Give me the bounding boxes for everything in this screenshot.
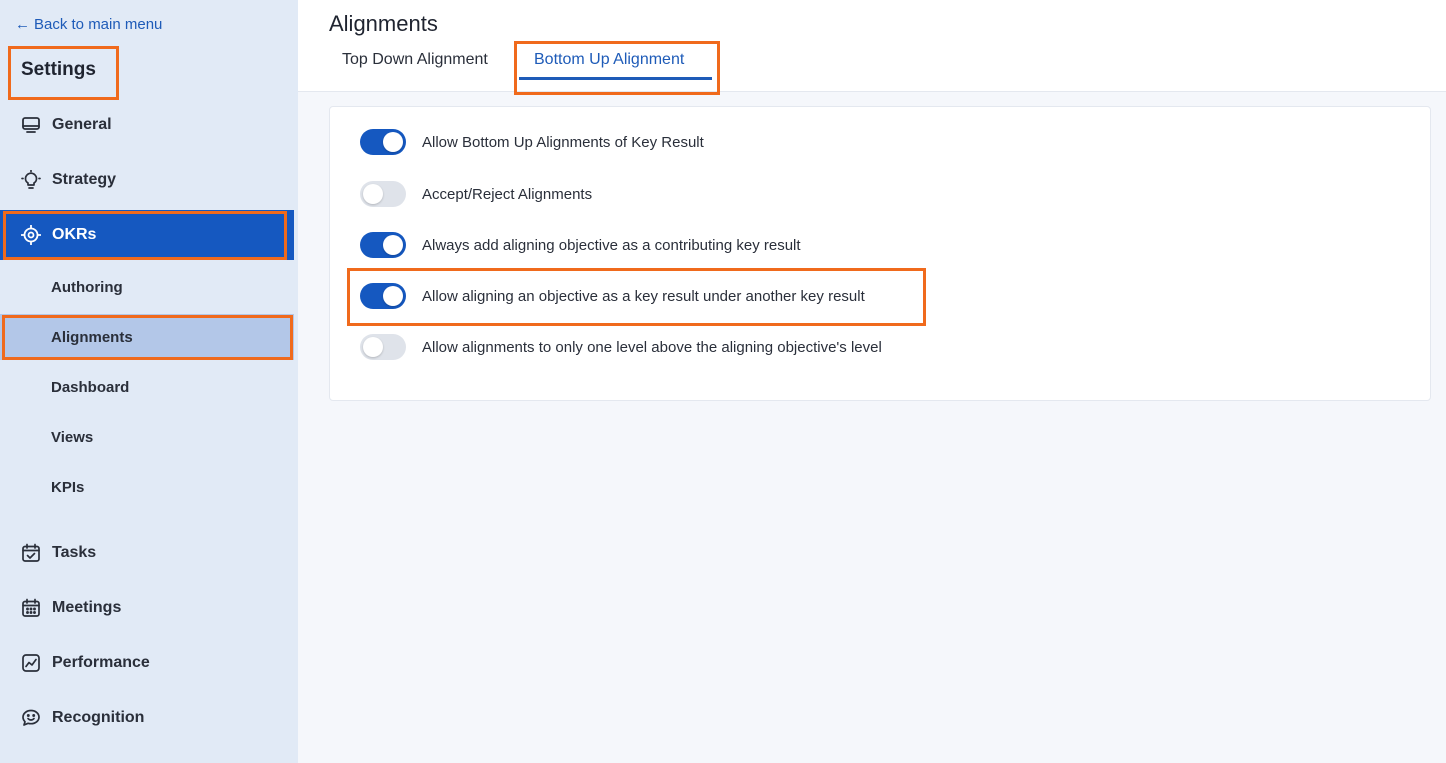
setting-label: Always add aligning objective as a contr… [422, 236, 801, 254]
setting-row: Allow alignments to only one level above… [360, 332, 882, 362]
chart-line-icon [20, 652, 42, 674]
chat-smile-icon [20, 707, 42, 729]
calendar-check-icon [20, 542, 42, 564]
toggle-switch[interactable] [360, 334, 406, 360]
toggle-switch[interactable] [360, 232, 406, 258]
toggle-knob [383, 286, 403, 306]
setting-row: Allow aligning an objective as a key res… [360, 281, 865, 311]
sidebar-item-tasks[interactable]: Tasks [0, 528, 294, 578]
target-icon [20, 224, 42, 246]
toggle-knob [363, 184, 383, 204]
toggle-knob [383, 235, 403, 255]
back-link-label: Back to main menu [34, 16, 163, 33]
sidebar: ← Back to main menu Settings General Str… [0, 0, 298, 763]
tab-top-down-alignment[interactable]: Top Down Alignment [342, 51, 488, 69]
setting-label: Accept/Reject Alignments [422, 185, 593, 203]
sidebar-item-label: Tasks [52, 544, 97, 561]
setting-label: Allow Bottom Up Alignments of Key Result [422, 133, 704, 151]
setting-label: Allow aligning an objective as a key res… [422, 287, 865, 305]
setting-row: Always add aligning objective as a contr… [360, 230, 801, 260]
sidebar-item-general[interactable]: General [0, 100, 294, 150]
calendar-grid-icon [20, 597, 42, 619]
sidebar-item-meetings[interactable]: Meetings [0, 583, 294, 633]
settings-card: Allow Bottom Up Alignments of Key Result… [329, 106, 1431, 401]
sidebar-subitem-kpis[interactable]: KPIs [0, 464, 294, 510]
sidebar-item-recognition[interactable]: Recognition [0, 693, 294, 743]
sidebar-subitem-authoring[interactable]: Authoring [0, 264, 294, 310]
sidebar-item-label: Recognition [52, 709, 145, 726]
sidebar-subitem-label: KPIs [51, 478, 85, 496]
page-title: Alignments [329, 11, 438, 36]
sidebar-subitem-label: Alignments [51, 328, 133, 346]
page-header: Alignments Top Down Alignment Bottom Up … [298, 0, 1446, 95]
settings-title: Settings [21, 59, 96, 80]
tab-bottom-up-alignment[interactable]: Bottom Up Alignment [534, 51, 684, 69]
sidebar-item-okrs[interactable]: OKRs [0, 210, 294, 260]
arrow-left-icon: ← [15, 16, 30, 33]
sidebar-subitem-alignments[interactable]: Alignments [0, 314, 294, 360]
toggle-switch[interactable] [360, 129, 406, 155]
lightbulb-icon [20, 169, 42, 191]
monitor-icon [20, 114, 42, 136]
setting-row: Accept/Reject Alignments [360, 179, 592, 209]
back-to-main-menu-link[interactable]: ← Back to main menu [15, 16, 162, 33]
sidebar-item-label: Meetings [52, 599, 122, 616]
sidebar-item-label: Performance [52, 654, 150, 671]
toggle-knob [383, 132, 403, 152]
sidebar-item-label: General [52, 116, 112, 133]
toggle-knob [363, 337, 383, 357]
active-tab-indicator [519, 77, 712, 80]
setting-row: Allow Bottom Up Alignments of Key Result [360, 127, 704, 157]
toggle-switch[interactable] [360, 181, 406, 207]
main-content: Alignments Top Down Alignment Bottom Up … [298, 0, 1446, 763]
app-window: ← Back to main menu Settings General Str… [0, 0, 1446, 763]
sidebar-item-label: OKRs [52, 226, 97, 243]
sidebar-subitem-views[interactable]: Views [0, 414, 294, 460]
sidebar-subitem-dashboard[interactable]: Dashboard [0, 364, 294, 410]
toggle-switch[interactable] [360, 283, 406, 309]
sidebar-item-performance[interactable]: Performance [0, 638, 294, 688]
setting-label: Allow alignments to only one level above… [422, 338, 882, 356]
sidebar-item-strategy[interactable]: Strategy [0, 155, 294, 205]
sidebar-item-label: Strategy [52, 171, 117, 188]
sidebar-subitem-label: Views [51, 428, 94, 446]
sidebar-subitem-label: Dashboard [51, 378, 130, 396]
sidebar-subitem-label: Authoring [51, 278, 123, 296]
